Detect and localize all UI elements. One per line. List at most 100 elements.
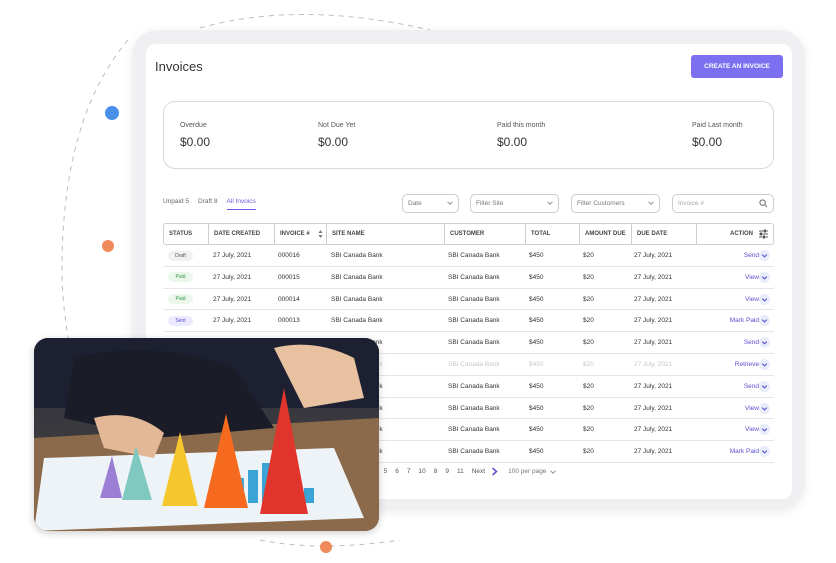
row-chevron-down-icon[interactable] xyxy=(759,250,770,261)
customer-cell: SBI Canada Bank xyxy=(448,382,500,390)
page-number[interactable]: 7 xyxy=(407,468,411,475)
sort-icon xyxy=(318,230,323,238)
tab-draft[interactable]: Draft 8 xyxy=(198,198,218,210)
search-placeholder: Invoice # xyxy=(678,200,705,207)
due-cell: $20 xyxy=(583,339,594,347)
row-action-link[interactable]: Retrieve xyxy=(723,354,759,375)
row-action-link[interactable]: Send xyxy=(723,332,759,353)
due-cell: $20 xyxy=(583,404,594,412)
page-number[interactable]: 6 xyxy=(395,468,399,475)
business-photo xyxy=(34,338,379,531)
summary-label: Not Due Yet xyxy=(318,122,356,129)
col-customer[interactable]: CUSTOMER xyxy=(444,224,525,244)
total-cell: $450 xyxy=(529,426,544,434)
col-site-name[interactable]: SITE NAME xyxy=(326,224,444,244)
table-row[interactable]: Paid 27 July, 2021 000015 SBI Canada Bank SB… xyxy=(163,267,774,289)
site-filter-label: Filter Site xyxy=(476,200,504,207)
col-date-created[interactable]: DATE CREATED xyxy=(208,224,274,244)
customer-cell: SBI Canada Bank xyxy=(448,295,500,303)
chevron-down-icon xyxy=(447,201,453,205)
status-cell: Draft xyxy=(168,245,193,266)
invoice-search-input[interactable]: Invoice # xyxy=(672,194,774,213)
due-cell: $20 xyxy=(583,382,594,390)
row-action-link[interactable]: Send xyxy=(723,245,759,266)
table-header: STATUS DATE CREATED INVOICE # SITE NAME … xyxy=(163,223,774,245)
row-action-link[interactable]: Send xyxy=(723,376,759,397)
invoice-cell: 000014 xyxy=(278,295,300,303)
page-number[interactable]: 5 xyxy=(384,468,388,475)
row-chevron-down-icon[interactable] xyxy=(759,293,770,305)
row-action-link[interactable]: Mark Paid xyxy=(723,441,759,462)
date-cell: 27 July, 2021 xyxy=(213,295,252,303)
row-chevron-down-icon[interactable] xyxy=(759,315,770,327)
chevron-right-icon[interactable] xyxy=(491,467,498,476)
customer-cell: SBI Canada Bank xyxy=(448,426,500,434)
date-cell: 27 July, 2021 xyxy=(213,317,252,325)
date-cell: 27 July, 2021 xyxy=(213,252,252,259)
total-cell: $450 xyxy=(529,448,544,456)
total-cell: $450 xyxy=(529,295,544,303)
row-chevron-down-icon[interactable] xyxy=(759,380,770,392)
due-date-cell: 27 July, 2021 xyxy=(634,426,673,434)
row-action-link[interactable]: View xyxy=(723,398,759,419)
row-action-link[interactable]: View xyxy=(723,289,759,310)
due-cell: $20 xyxy=(583,426,594,434)
summary-label: Paid this month xyxy=(497,122,546,129)
settings-sliders-icon[interactable] xyxy=(758,229,769,239)
customers-filter[interactable]: Filter Customers xyxy=(571,194,660,213)
customer-cell: SBI Canada Bank xyxy=(448,404,500,412)
page-number[interactable]: 11 xyxy=(457,468,464,475)
search-icon xyxy=(759,199,768,208)
table-row[interactable]: Sent 27 July, 2021 000013 SBI Canada Bank SB… xyxy=(163,310,774,333)
total-cell: $450 xyxy=(529,252,544,259)
business-illustration xyxy=(34,338,379,531)
per-page-select[interactable]: 100 per page xyxy=(508,468,557,475)
summary-overdue: Overdue $0.00 xyxy=(180,122,210,149)
col-invoice-number[interactable]: INVOICE # xyxy=(274,224,326,244)
col-due-date[interactable]: DUE DATE xyxy=(631,224,696,244)
col-status[interactable]: STATUS xyxy=(164,224,208,244)
due-cell: $20 xyxy=(583,448,594,456)
page-number[interactable]: 10 xyxy=(419,468,426,475)
site-cell: SBI Canada Bank xyxy=(331,273,383,281)
row-chevron-down-icon[interactable] xyxy=(759,271,770,283)
row-chevron-down-icon[interactable] xyxy=(759,424,770,436)
chevron-down-icon xyxy=(648,201,654,205)
status-cell: Paid xyxy=(168,267,193,288)
row-action-link[interactable]: Mark Paid xyxy=(723,310,759,331)
site-filter[interactable]: Filter Site xyxy=(470,194,559,213)
due-date-cell: 27 July, 2021 xyxy=(634,295,673,303)
invoice-tabs: Unpaid 5 Draft 8 All Invoics xyxy=(163,198,256,210)
summary-value: $0.00 xyxy=(692,135,723,149)
page-number[interactable]: 8 xyxy=(434,468,438,475)
row-chevron-down-icon[interactable] xyxy=(759,402,770,414)
date-filter[interactable]: Date xyxy=(402,194,459,213)
summary-paid-this-month: Paid this month $0.00 xyxy=(497,122,545,149)
tab-unpaid[interactable]: Unpaid 5 xyxy=(163,198,189,210)
row-chevron-down-icon[interactable] xyxy=(759,358,770,370)
summary-paid-last-month: Paid Last month $0.00 xyxy=(692,122,743,149)
blue-dot-icon xyxy=(105,106,119,120)
site-cell: SBI Canada Bank xyxy=(331,317,383,325)
col-amount-due[interactable]: AMOUNT DUE xyxy=(579,224,631,244)
stage: Invoices CREATE AN INVOICE Overdue $0.00… xyxy=(0,0,836,563)
create-invoice-button[interactable]: CREATE AN INVOICE xyxy=(691,55,783,78)
tab-all-invoices[interactable]: All Invoics xyxy=(226,198,256,210)
col-total[interactable]: TOTAL xyxy=(525,224,579,244)
orange-dot-icon-bottom xyxy=(320,541,332,553)
invoice-cell: 000015 xyxy=(278,273,300,281)
row-action-link[interactable]: View xyxy=(723,419,759,440)
per-page-label: 100 per page xyxy=(508,468,547,475)
pagination: 4567108911 Next 100 per page xyxy=(372,467,557,476)
page-number[interactable]: 9 xyxy=(445,468,449,475)
table-row[interactable]: Draft 27 July, 2021 000016 SBI Canada Bank S… xyxy=(163,245,774,267)
table-row[interactable]: Paid 27 July, 2021 000014 SBI Canada Bank SB… xyxy=(163,289,774,311)
total-cell: $450 xyxy=(529,382,544,390)
row-chevron-down-icon[interactable] xyxy=(759,446,770,458)
due-date-cell: 27 July, 2021 xyxy=(634,404,673,412)
row-chevron-down-icon[interactable] xyxy=(759,337,770,349)
next-page-link[interactable]: Next xyxy=(472,468,485,475)
customers-filter-label: Filter Customers xyxy=(577,200,625,207)
row-action-link[interactable]: View xyxy=(723,267,759,288)
summary-panel: Overdue $0.00 Not Due Yet $0.00 Paid thi… xyxy=(163,101,774,169)
